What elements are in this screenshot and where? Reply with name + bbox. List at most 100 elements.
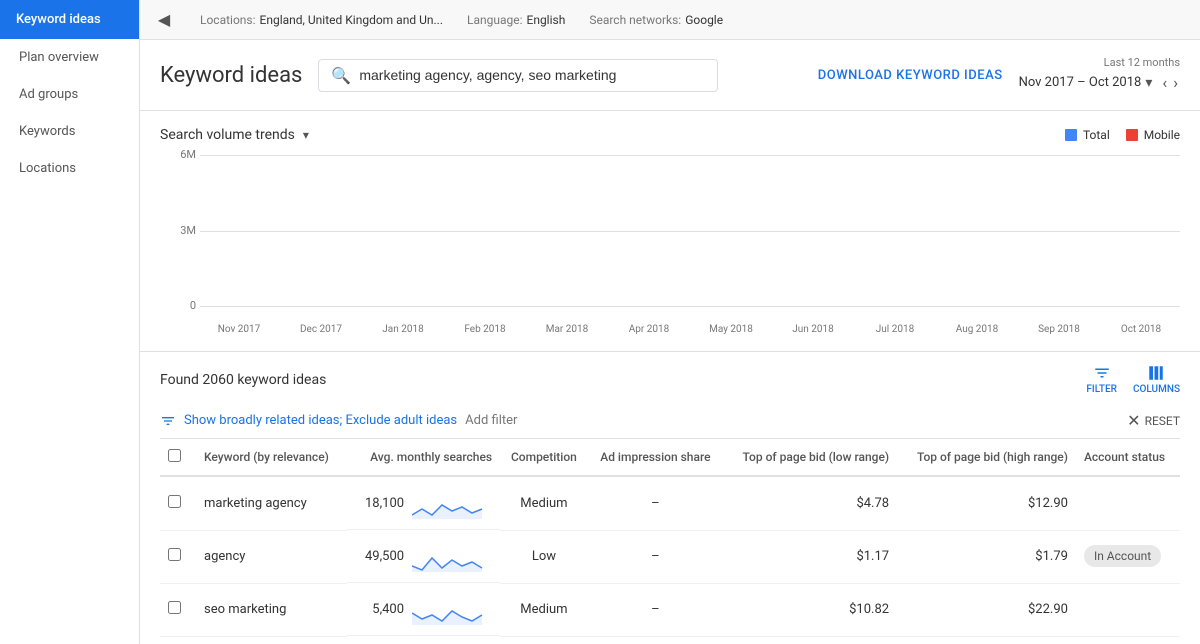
bar-chart: 6M3M0 Nov 2017Dec 2017Jan 2018Feb 2018Ma…	[200, 155, 1180, 335]
competition-cell: Medium	[500, 476, 588, 530]
filter-button[interactable]: FILTER	[1086, 364, 1117, 395]
date-range: Nov 2017 – Oct 2018 ▾ ‹ ›	[1019, 71, 1180, 94]
topbar: ◀ Locations: England, United Kingdom and…	[140, 0, 1200, 40]
date-dropdown-icon[interactable]: ▾	[1145, 75, 1152, 91]
th-competition: Competition	[500, 439, 588, 476]
sidebar: Keyword ideas Plan overview Ad groups Ke…	[0, 0, 140, 644]
filter-row: Show broadly related ideas; Exclude adul…	[160, 403, 1180, 439]
columns-label: COLUMNS	[1133, 384, 1180, 395]
date-range-group: Last 12 months Nov 2017 – Oct 2018 ▾ ‹ ›	[1019, 56, 1180, 94]
avg-monthly-value: 18,100	[365, 496, 404, 511]
chart-legend: Total Mobile	[1065, 128, 1180, 142]
th-keyword: Keyword (by relevance)	[196, 439, 347, 476]
language-label: Language:	[467, 13, 523, 27]
filter-funnel-icon	[160, 413, 176, 429]
th-select-all	[160, 439, 196, 476]
table-row: marketing agency18,100Medium–$4.78$12.90	[160, 476, 1180, 530]
main-content: ◀ Locations: England, United Kingdom and…	[140, 0, 1200, 644]
sparkline	[412, 487, 492, 519]
sidebar-item-locations[interactable]: Locations	[0, 150, 139, 187]
x-label: Feb 2018	[446, 320, 524, 335]
filter-label: FILTER	[1086, 384, 1117, 395]
row-checkbox[interactable]	[168, 495, 181, 508]
top-bid-high-cell: $1.79	[897, 530, 1076, 583]
grid-label: 0	[160, 299, 196, 312]
legend-mobile-box	[1126, 129, 1138, 141]
x-label: Jul 2018	[856, 320, 934, 335]
search-networks-value: Google	[685, 13, 723, 27]
legend-total-box	[1065, 129, 1077, 141]
keywords-table: Keyword (by relevance) Avg. monthly sear…	[160, 439, 1180, 637]
competition-cell: Medium	[500, 583, 588, 636]
download-button[interactable]: DOWNLOAD KEYWORD IDEAS	[818, 68, 1003, 83]
add-filter-link[interactable]: Add filter	[465, 413, 517, 428]
date-nav: ‹ ›	[1160, 71, 1180, 94]
in-account-badge: In Account	[1084, 545, 1161, 567]
x-label: Mar 2018	[528, 320, 606, 335]
columns-icon	[1147, 364, 1165, 382]
avg-monthly-cell: 5,400	[347, 583, 500, 636]
competition-cell: Low	[500, 530, 588, 583]
locations-label: Locations:	[200, 13, 256, 27]
th-top-bid-high: Top of page bid (high range)	[897, 439, 1076, 476]
x-label: Jun 2018	[774, 320, 852, 335]
legend-total-label: Total	[1083, 128, 1110, 142]
keyword-cell: seo marketing	[196, 583, 347, 636]
table-row: agency49,500Low–$1.17$1.79In Account	[160, 530, 1180, 583]
chart-dropdown-icon[interactable]: ▾	[303, 128, 309, 142]
x-label: Apr 2018	[610, 320, 688, 335]
columns-button[interactable]: COLUMNS	[1133, 364, 1180, 395]
row-checkbox[interactable]	[168, 601, 181, 614]
topbar-locations: Locations: England, United Kingdom and U…	[200, 13, 443, 27]
account-status-cell	[1076, 583, 1180, 636]
th-account-status: Account status	[1076, 439, 1180, 476]
reset-x-icon: ✕	[1127, 411, 1140, 430]
page-header: Keyword ideas 🔍 DOWNLOAD KEYWORD IDEAS L…	[140, 40, 1200, 111]
reset-button[interactable]: ✕ RESET	[1127, 411, 1180, 430]
sidebar-item-keywords[interactable]: Keywords	[0, 113, 139, 150]
legend-mobile-label: Mobile	[1144, 128, 1180, 142]
sidebar-item-plan-overview[interactable]: Plan overview	[0, 39, 139, 76]
avg-monthly-cell: 18,100	[347, 477, 500, 530]
row-checkbox-cell	[160, 476, 196, 530]
row-checkbox[interactable]	[168, 548, 181, 561]
x-label: Sep 2018	[1020, 320, 1098, 335]
keyword-cell: agency	[196, 530, 347, 583]
account-status-cell	[1076, 476, 1180, 530]
back-button[interactable]: ◀	[152, 8, 176, 32]
date-prev-button[interactable]: ‹	[1160, 71, 1169, 94]
row-checkbox-cell	[160, 583, 196, 636]
avg-monthly-value: 49,500	[365, 549, 404, 564]
ad-impression-cell: –	[588, 583, 723, 636]
page-title: Keyword ideas	[160, 63, 302, 88]
search-networks-label: Search networks:	[589, 13, 681, 27]
search-input[interactable]	[359, 67, 705, 83]
table-body: marketing agency18,100Medium–$4.78$12.90…	[160, 476, 1180, 636]
sidebar-header[interactable]: Keyword ideas	[0, 0, 139, 39]
sidebar-item-ad-groups[interactable]: Ad groups	[0, 76, 139, 113]
date-next-button[interactable]: ›	[1171, 71, 1180, 94]
top-bid-low-cell: $10.82	[723, 583, 897, 636]
table-header-row: Keyword (by relevance) Avg. monthly sear…	[160, 439, 1180, 476]
top-bid-high-cell: $22.90	[897, 583, 1076, 636]
ad-impression-cell: –	[588, 476, 723, 530]
table-row: seo marketing5,400Medium–$10.82$22.90	[160, 583, 1180, 636]
date-range-label: Last 12 months	[1019, 56, 1180, 69]
select-all-checkbox[interactable]	[168, 449, 181, 462]
filter-link[interactable]: Show broadly related ideas; Exclude adul…	[184, 413, 457, 428]
search-box[interactable]: 🔍	[318, 59, 718, 92]
reset-label: RESET	[1145, 414, 1180, 428]
date-range-value: Nov 2017 – Oct 2018	[1019, 75, 1142, 90]
language-value: English	[527, 13, 566, 27]
top-bid-high-cell: $12.90	[897, 476, 1076, 530]
x-label: Oct 2018	[1102, 320, 1180, 335]
legend-mobile: Mobile	[1126, 128, 1180, 142]
topbar-search-networks: Search networks: Google	[589, 13, 723, 27]
grid-label: 3M	[160, 224, 196, 237]
account-status-cell: In Account	[1076, 530, 1180, 583]
row-checkbox-cell	[160, 530, 196, 583]
keywords-section: Found 2060 keyword ideas FILTER COLUMNS …	[140, 352, 1200, 637]
search-icon: 🔍	[331, 66, 351, 85]
col-icon-group: FILTER COLUMNS	[1086, 364, 1180, 395]
grid-label: 6M	[160, 148, 196, 161]
